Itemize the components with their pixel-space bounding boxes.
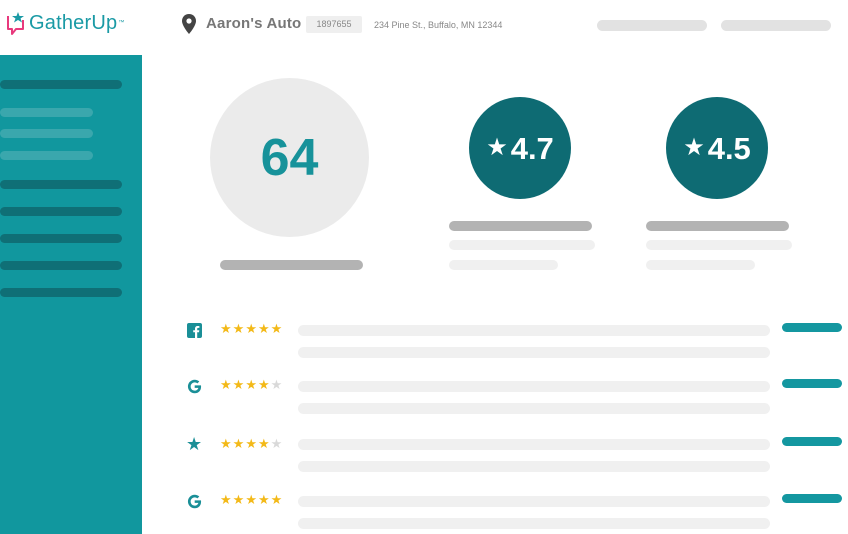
header-placeholder-1[interactable] bbox=[597, 20, 707, 31]
review-text-placeholder bbox=[298, 381, 770, 392]
google-icon bbox=[186, 493, 202, 509]
rating-star-icon: ★ bbox=[220, 321, 233, 336]
rating-star-icon: ★ bbox=[257, 377, 271, 392]
score-label-placeholder bbox=[220, 260, 363, 270]
sidebar-item[interactable] bbox=[0, 288, 122, 297]
rating-star-icon: ★ bbox=[232, 321, 246, 336]
rating-sub-placeholder bbox=[449, 260, 558, 270]
rating-star-icon: ★ bbox=[270, 492, 284, 507]
rating-circle-1[interactable]: ★ 4.7 bbox=[469, 97, 571, 199]
rating-value-2: 4.5 bbox=[707, 130, 751, 166]
rating-star-icon: ★ bbox=[232, 492, 246, 507]
rating-label-placeholder bbox=[449, 221, 592, 231]
review-action-button[interactable] bbox=[782, 494, 842, 503]
rating-sub-placeholder bbox=[646, 240, 792, 250]
review-text-placeholder bbox=[298, 325, 770, 336]
location-address: 234 Pine St., Buffalo, MN 12344 bbox=[374, 20, 503, 30]
rating-star-icon: ★ bbox=[220, 492, 233, 507]
review-stars-3: ★★★★★ bbox=[220, 437, 283, 451]
sidebar-item[interactable] bbox=[0, 261, 122, 270]
sidebar-item[interactable] bbox=[0, 207, 122, 216]
google-icon bbox=[186, 378, 202, 394]
sidebar-subitem[interactable] bbox=[0, 129, 93, 138]
rating-star-icon: ★ bbox=[257, 321, 271, 336]
rating-sub-placeholder bbox=[646, 260, 755, 270]
rating-circle-2[interactable]: ★ 4.5 bbox=[666, 97, 768, 199]
location-id-badge: 1897655 bbox=[306, 16, 362, 33]
reputation-score-circle[interactable]: 64 bbox=[210, 78, 369, 237]
star-icon: ★ bbox=[185, 433, 203, 454]
sidebar-subitem[interactable] bbox=[0, 108, 93, 117]
rating-star-icon: ★ bbox=[220, 436, 233, 451]
review-action-button[interactable] bbox=[782, 323, 842, 332]
rating-star-icon: ★ bbox=[245, 492, 258, 507]
review-text-placeholder bbox=[298, 439, 770, 450]
review-stars-2: ★★★★★ bbox=[220, 378, 283, 392]
rating-star-icon: ★ bbox=[220, 377, 233, 392]
map-pin-icon bbox=[182, 14, 196, 34]
sidebar-item[interactable] bbox=[0, 234, 122, 243]
sidebar-item[interactable] bbox=[0, 180, 122, 189]
rating-star-icon: ★ bbox=[245, 377, 258, 392]
rating-star-icon: ★ bbox=[257, 492, 271, 507]
review-stars-1: ★★★★★ bbox=[220, 322, 283, 336]
rating-star-icon: ★ bbox=[270, 377, 284, 392]
sidebar-subitem[interactable] bbox=[0, 151, 93, 160]
rating-sub-placeholder bbox=[449, 240, 595, 250]
reputation-score-value: 64 bbox=[260, 128, 319, 187]
rating-label-placeholder bbox=[646, 221, 789, 231]
speech-bubble-star-logo-icon bbox=[7, 12, 24, 35]
review-text-placeholder bbox=[298, 518, 770, 529]
review-text-placeholder bbox=[298, 347, 770, 358]
header-placeholder-2[interactable] bbox=[721, 20, 831, 31]
rating-star-icon: ★ bbox=[270, 321, 284, 336]
review-text-placeholder bbox=[298, 403, 770, 414]
review-stars-4: ★★★★★ bbox=[220, 493, 283, 507]
brand-name: GatherUp bbox=[29, 11, 118, 34]
location-name[interactable]: Aaron's Auto bbox=[206, 15, 301, 32]
rating-star-icon: ★ bbox=[245, 321, 258, 336]
star-icon: ★ bbox=[486, 134, 508, 161]
review-action-button[interactable] bbox=[782, 379, 842, 388]
star-icon: ★ bbox=[683, 134, 705, 161]
review-text-placeholder bbox=[298, 461, 770, 472]
sidebar bbox=[0, 55, 142, 534]
review-action-button[interactable] bbox=[782, 437, 842, 446]
rating-star-icon: ★ bbox=[245, 436, 258, 451]
rating-star-icon: ★ bbox=[232, 436, 246, 451]
brand-logo[interactable]: GatherUp ™ bbox=[6, 11, 124, 35]
brand-trademark: ™ bbox=[118, 20, 125, 26]
rating-star-icon: ★ bbox=[232, 377, 246, 392]
rating-value-1: 4.7 bbox=[510, 130, 554, 166]
rating-star-icon: ★ bbox=[257, 436, 271, 451]
review-text-placeholder bbox=[298, 496, 770, 507]
facebook-icon bbox=[186, 322, 202, 338]
sidebar-item[interactable] bbox=[0, 80, 122, 89]
rating-star-icon: ★ bbox=[270, 436, 284, 451]
